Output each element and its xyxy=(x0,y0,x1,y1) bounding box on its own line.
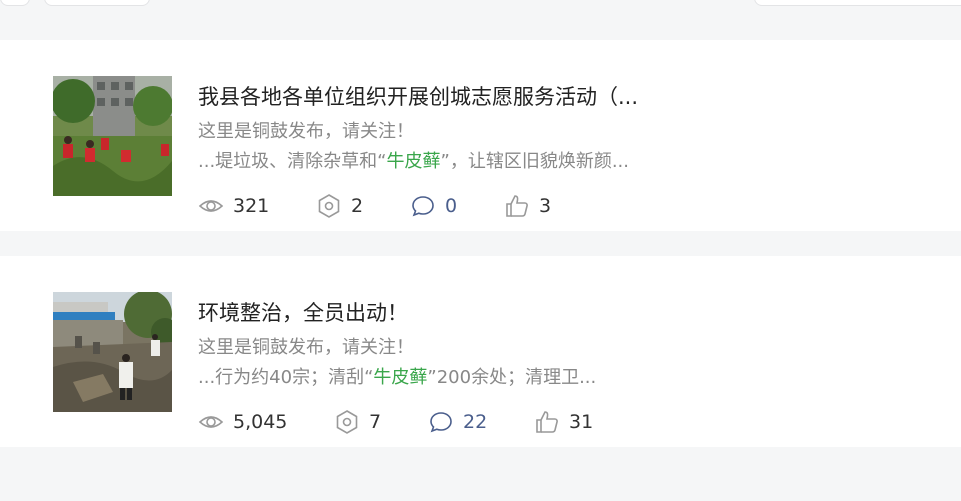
share-stat[interactable]: 2 xyxy=(316,192,363,220)
thumbs-up-icon[interactable] xyxy=(534,409,560,435)
article-card[interactable]: 我县各地各单位组织开展创城志愿服务活动（... 这里是铜鼓发布，请关注！ ...… xyxy=(0,40,961,231)
share-stat[interactable]: 7 xyxy=(334,408,381,436)
like-count: 3 xyxy=(539,195,552,217)
views-stat: 321 xyxy=(198,192,269,220)
views-stat: 5,045 xyxy=(198,408,287,436)
article-card[interactable]: 环境整治，全员出动！ 这里是铜鼓发布，请关注！ ...行为约40宗；清刮“牛皮藓… xyxy=(0,256,961,447)
article-source: 这里是铜鼓发布，请关注！ xyxy=(198,337,414,358)
comment-icon[interactable] xyxy=(410,193,436,219)
share-icon[interactable] xyxy=(316,193,342,219)
article-thumbnail[interactable] xyxy=(53,76,172,196)
article-excerpt: ...堤垃圾、清除杂草和“牛皮藓”，让辖区旧貌焕新颜... xyxy=(198,149,718,175)
like-count: 31 xyxy=(569,411,594,433)
excerpt-keyword: 牛皮藓 xyxy=(386,151,441,172)
comment-stat[interactable]: 0 xyxy=(410,192,457,220)
views-count: 321 xyxy=(233,195,270,217)
top-filter-button[interactable] xyxy=(44,0,150,6)
comment-stat[interactable]: 22 xyxy=(428,408,487,436)
comment-icon[interactable] xyxy=(428,409,454,435)
excerpt-text: ”200余处；清理卫... xyxy=(427,367,597,388)
eye-icon xyxy=(198,409,224,435)
article-source: 这里是铜鼓发布，请关注！ xyxy=(198,121,414,142)
share-icon[interactable] xyxy=(334,409,360,435)
top-search-box[interactable] xyxy=(754,0,961,6)
article-thumbnail[interactable] xyxy=(53,292,172,412)
article-excerpt: ...行为约40宗；清刮“牛皮藓”200余处；清理卫... xyxy=(198,365,718,391)
excerpt-text: ...行为约40宗；清刮“ xyxy=(198,367,374,388)
comment-count: 22 xyxy=(463,411,488,433)
top-bar xyxy=(0,0,961,40)
eye-icon xyxy=(198,193,224,219)
share-count: 2 xyxy=(351,195,364,217)
excerpt-text: ”，让辖区旧貌焕新颜... xyxy=(440,151,630,172)
thumbs-up-icon[interactable] xyxy=(504,193,530,219)
excerpt-keyword: 牛皮藓 xyxy=(373,367,428,388)
like-stat[interactable]: 31 xyxy=(534,408,593,436)
excerpt-text: ...堤垃圾、清除杂草和“ xyxy=(198,151,387,172)
views-count: 5,045 xyxy=(233,411,288,433)
like-stat[interactable]: 3 xyxy=(504,192,551,220)
article-title[interactable]: 我县各地各单位组织开展创城志愿服务活动（... xyxy=(198,82,718,112)
article-title[interactable]: 环境整治，全员出动！ xyxy=(198,298,718,328)
share-count: 7 xyxy=(369,411,382,433)
top-tab-button[interactable] xyxy=(0,0,30,6)
comment-count: 0 xyxy=(445,195,458,217)
